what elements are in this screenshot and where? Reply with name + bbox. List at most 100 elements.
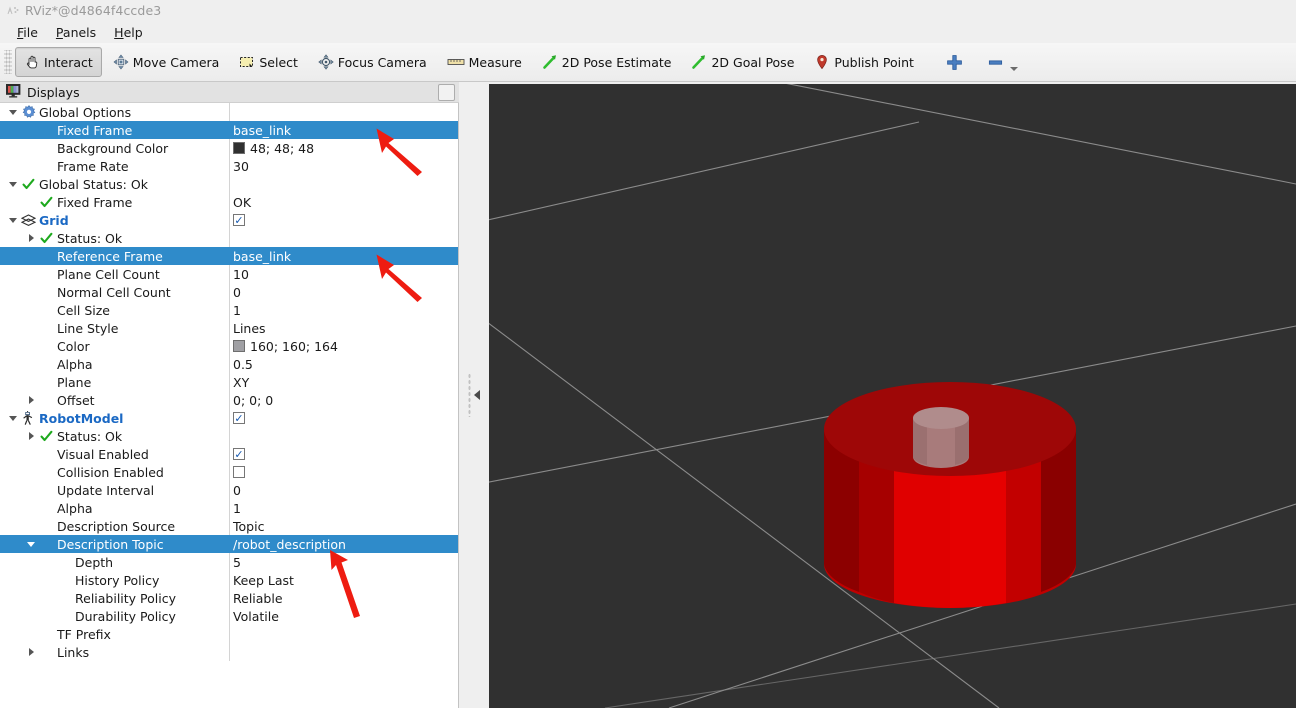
tree-row-tf-prefix[interactable]: TF Prefix	[0, 625, 458, 643]
tree-row-value-cell[interactable]	[229, 427, 458, 445]
tree-row-value-cell[interactable]: OK	[229, 193, 458, 211]
tree-row-value-cell[interactable]: base_link	[229, 247, 458, 265]
tree-row-checkbox[interactable]: ✓	[233, 448, 245, 460]
tree-row-checkbox[interactable]: ✓	[233, 412, 245, 424]
tree-row-visual-enabled[interactable]: Visual Enabled✓	[0, 445, 458, 463]
knob-top-face	[913, 407, 969, 429]
tool-2d-goal-pose[interactable]: 2D Goal Pose	[682, 47, 803, 77]
tree-row-reliability-policy[interactable]: Reliability PolicyReliable	[0, 589, 458, 607]
tool-measure[interactable]: Measure	[438, 47, 531, 77]
add-tool-button[interactable]	[937, 47, 976, 77]
tree-row-grid-color[interactable]: Color160; 160; 164	[0, 337, 458, 355]
tree-row-value-cell[interactable]: 1	[229, 301, 458, 319]
tree-expander-open-icon[interactable]	[6, 211, 20, 229]
tree-row-value-cell[interactable]: 1	[229, 499, 458, 517]
tree-row-cell-size[interactable]: Cell Size1	[0, 301, 458, 319]
tree-row-value-cell[interactable]	[229, 103, 458, 121]
tree-row-depth[interactable]: Depth5	[0, 553, 458, 571]
tree-row-value-cell[interactable]: 5	[229, 553, 458, 571]
tree-row-global-status[interactable]: Global Status: Ok	[0, 175, 458, 193]
tree-row-value-cell[interactable]: Volatile	[229, 607, 458, 625]
tool-publish-point[interactable]: Publish Point	[805, 47, 923, 77]
tree-row-grid-status[interactable]: Status: Ok	[0, 229, 458, 247]
chevron-down-icon[interactable]	[1010, 67, 1018, 71]
panel-splitter[interactable]	[459, 82, 489, 708]
tree-row-links[interactable]: Links	[0, 643, 458, 661]
tree-row-value-cell[interactable]: 10	[229, 265, 458, 283]
tree-row-value-cell[interactable]: ✓	[229, 211, 458, 229]
tree-row-robot-status[interactable]: Status: Ok	[0, 427, 458, 445]
tree-row-normal-cell-count[interactable]: Normal Cell Count0	[0, 283, 458, 301]
robot-icon	[20, 409, 37, 427]
displays-tree[interactable]: Global OptionsFixed Framebase_linkBackgr…	[0, 103, 459, 708]
tree-row-color-swatch[interactable]	[233, 340, 245, 352]
tree-row-global-options[interactable]: Global Options	[0, 103, 458, 121]
tree-row-offset[interactable]: Offset0; 0; 0	[0, 391, 458, 409]
tree-expander-closed-icon[interactable]	[24, 643, 38, 661]
tree-row-value-cell[interactable]: Reliable	[229, 589, 458, 607]
tree-row-update-interval[interactable]: Update Interval0	[0, 481, 458, 499]
tree-row-value-cell[interactable]: ✓	[229, 409, 458, 427]
tree-row-plane[interactable]: PlaneXY	[0, 373, 458, 391]
tree-row-value-cell[interactable]	[229, 625, 458, 643]
toolbar-drag-grip[interactable]	[4, 50, 12, 74]
tree-row-color-swatch[interactable]	[233, 142, 245, 154]
tree-row-robot-model[interactable]: RobotModel✓	[0, 409, 458, 427]
tree-expander-open-icon[interactable]	[6, 409, 20, 427]
tree-row-line-style[interactable]: Line StyleLines	[0, 319, 458, 337]
tree-row-value-cell[interactable]	[229, 643, 458, 661]
tree-row-value-cell[interactable]: 48; 48; 48	[229, 139, 458, 157]
tree-expander-closed-icon[interactable]	[24, 427, 38, 445]
float-panel-button[interactable]	[438, 84, 455, 101]
tree-row-value-cell[interactable]: base_link	[229, 121, 458, 139]
tree-row-reference-frame[interactable]: Reference Framebase_link	[0, 247, 458, 265]
tree-row-value-cell[interactable]: Keep Last	[229, 571, 458, 589]
tree-row-value-cell[interactable]: 160; 160; 164	[229, 337, 458, 355]
tree-row-value-cell[interactable]	[229, 229, 458, 247]
tree-row-description-topic[interactable]: Description Topic/robot_description	[0, 535, 458, 553]
3d-render-view[interactable]	[489, 84, 1296, 708]
tree-row-value-cell[interactable]: Topic	[229, 517, 458, 535]
tree-row-frame-rate[interactable]: Frame Rate30	[0, 157, 458, 175]
tree-row-grid-alpha[interactable]: Alpha0.5	[0, 355, 458, 373]
tree-row-value-cell[interactable]	[229, 463, 458, 481]
menu-file[interactable]: File	[8, 23, 47, 42]
menu-help[interactable]: Help	[105, 23, 152, 42]
tree-row-fixed-frame[interactable]: Fixed Framebase_link	[0, 121, 458, 139]
tree-row-collision-enabled[interactable]: Collision Enabled	[0, 463, 458, 481]
tree-row-value-cell[interactable]: /robot_description	[229, 535, 458, 553]
menu-panels[interactable]: Panels	[47, 23, 105, 42]
tree-row-value-cell[interactable]	[229, 175, 458, 193]
tree-row-value-cell[interactable]: 0	[229, 283, 458, 301]
tree-row-description-source[interactable]: Description SourceTopic	[0, 517, 458, 535]
tree-expander-closed-icon[interactable]	[24, 229, 38, 247]
tree-row-value-cell[interactable]: ✓	[229, 445, 458, 463]
tree-row-history-policy[interactable]: History PolicyKeep Last	[0, 571, 458, 589]
tool-move-camera[interactable]: Move Camera	[104, 47, 229, 77]
tree-row-plane-cell-count[interactable]: Plane Cell Count10	[0, 265, 458, 283]
splitter-grip[interactable]	[468, 373, 471, 417]
remove-tool-button[interactable]	[978, 47, 1023, 77]
tree-expander-open-icon[interactable]	[24, 535, 38, 553]
tree-row-value-cell[interactable]: 0.5	[229, 355, 458, 373]
tree-expander-open-icon[interactable]	[6, 103, 20, 121]
tree-row-value-cell[interactable]: 30	[229, 157, 458, 175]
tree-row-value-cell[interactable]: 0	[229, 481, 458, 499]
tree-row-checkbox[interactable]	[233, 466, 245, 478]
tool-select[interactable]: Select	[230, 47, 307, 77]
tool-focus-camera[interactable]: Focus Camera	[309, 47, 436, 77]
tree-row-durability-policy[interactable]: Durability PolicyVolatile	[0, 607, 458, 625]
tree-row-value-cell[interactable]: XY	[229, 373, 458, 391]
tool-2d-pose-estimate[interactable]: 2D Pose Estimate	[533, 47, 681, 77]
tree-row-background-color[interactable]: Background Color48; 48; 48	[0, 139, 458, 157]
tool-interact[interactable]: Interact	[15, 47, 102, 77]
tree-row-value-cell[interactable]: Lines	[229, 319, 458, 337]
tree-row-checkbox[interactable]: ✓	[233, 214, 245, 226]
tree-expander-open-icon[interactable]	[6, 175, 20, 193]
tree-row-grid[interactable]: Grid✓	[0, 211, 458, 229]
tree-row-robot-alpha[interactable]: Alpha1	[0, 499, 458, 517]
collapse-left-arrow-icon[interactable]	[474, 390, 480, 400]
tree-expander-closed-icon[interactable]	[24, 391, 38, 409]
tree-row-value-cell[interactable]: 0; 0; 0	[229, 391, 458, 409]
tree-row-status-fixed-frame[interactable]: Fixed FrameOK	[0, 193, 458, 211]
